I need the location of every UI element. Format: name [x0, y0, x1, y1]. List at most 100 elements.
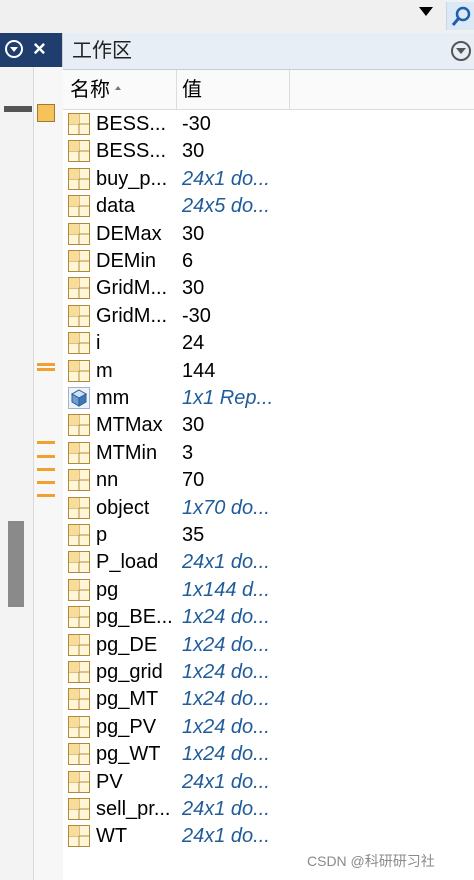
warning-tick[interactable] — [37, 468, 55, 471]
variable-row[interactable]: BESS... 30 — [63, 138, 474, 165]
variable-name: P_load — [96, 551, 159, 574]
variable-value: 24x1 do... — [182, 551, 270, 574]
warning-tick[interactable] — [37, 368, 55, 371]
matrix-icon — [68, 770, 90, 793]
variable-row[interactable]: BESS... -30 — [63, 111, 474, 138]
matrix-icon — [68, 715, 90, 738]
variable-row[interactable]: buy_p... 24x1 do... — [63, 166, 474, 193]
value-column-header[interactable]: 值 — [177, 70, 290, 109]
variable-row[interactable]: PV 24x1 do... — [63, 769, 474, 796]
name-column-label: 名称 — [70, 79, 110, 101]
variable-value: 1x24 do... — [182, 715, 270, 738]
variable-row[interactable]: pg 1x144 d... — [63, 577, 474, 604]
variable-row[interactable]: pg_MT 1x24 do... — [63, 686, 474, 713]
variable-row[interactable]: pg_DE 1x24 do... — [63, 632, 474, 659]
close-icon[interactable]: × — [33, 36, 46, 62]
panel-menu-icon[interactable] — [5, 40, 23, 58]
warning-tick[interactable] — [37, 481, 55, 484]
variable-name: BESS... — [96, 140, 167, 163]
matrix-icon — [68, 441, 90, 464]
variable-value: 1x24 do... — [182, 743, 270, 766]
variable-row[interactable]: p 35 — [63, 522, 474, 549]
matrix-icon — [68, 496, 90, 519]
matrix-icon — [68, 633, 90, 656]
variable-row[interactable]: WT 24x1 do... — [63, 823, 474, 850]
variable-name: pg_PV — [96, 715, 157, 738]
warning-tick[interactable] — [37, 494, 55, 497]
matrix-icon — [68, 140, 90, 163]
variable-row[interactable]: pg_WT 1x24 do... — [63, 741, 474, 768]
variable-value: 144 — [182, 359, 216, 382]
warning-tick[interactable] — [37, 441, 55, 444]
variable-name: pg_DE — [96, 633, 158, 656]
variable-row[interactable]: MTMax 30 — [63, 412, 474, 439]
variable-row[interactable]: MTMin 3 — [63, 440, 474, 467]
variable-row[interactable]: DEMin 6 — [63, 248, 474, 275]
variable-value: 35 — [182, 524, 205, 546]
matrix-icon — [68, 332, 90, 355]
variable-name: object — [96, 496, 150, 519]
matrix-icon — [68, 798, 90, 820]
variable-row[interactable]: mm 1x1 Rep... — [63, 385, 474, 412]
warning-tick[interactable] — [37, 363, 55, 366]
variable-name: PV — [96, 770, 123, 793]
variable-row[interactable]: nn 70 — [63, 467, 474, 494]
variable-row[interactable]: P_load 24x1 do... — [63, 549, 474, 576]
caret-down-icon[interactable] — [419, 7, 433, 16]
variable-name: data — [96, 195, 135, 218]
variable-row[interactable]: m 144 — [63, 358, 474, 385]
matrix-icon — [68, 578, 90, 601]
variable-row[interactable]: pg_grid 1x24 do... — [63, 659, 474, 686]
watermark: CSDN @科研研习社 — [307, 853, 435, 869]
sort-ascending-icon — [115, 86, 121, 90]
variable-name: p — [96, 524, 108, 546]
variable-value: 1x24 do... — [182, 661, 270, 683]
workspace-title: 工作区 — [72, 40, 132, 62]
variable-name: m — [96, 359, 113, 382]
variable-row[interactable]: data 24x5 do... — [63, 193, 474, 220]
variable-row[interactable]: sell_pr... 24x1 do... — [63, 796, 474, 823]
scrollbar-thumb[interactable] — [8, 521, 24, 607]
variable-row[interactable]: i 24 — [63, 330, 474, 357]
variable-row[interactable]: pg_BE... 1x24 do... — [63, 604, 474, 631]
variable-name: sell_pr... — [96, 798, 171, 820]
variable-value: -30 — [182, 113, 211, 135]
variable-name: buy_p... — [96, 167, 168, 190]
matrix-icon — [68, 222, 90, 245]
name-column-header[interactable]: 名称 — [63, 70, 177, 109]
variable-name: pg_BE... — [96, 606, 173, 629]
variable-name: MTMax — [96, 414, 163, 437]
variable-name: MTMin — [96, 441, 158, 464]
variable-value: 30 — [182, 140, 205, 163]
variable-row[interactable]: GridM... -30 — [63, 303, 474, 330]
warning-tick[interactable] — [37, 455, 55, 458]
variable-row[interactable]: DEMax 30 — [63, 221, 474, 248]
workspace-header: 工作区 — [63, 33, 474, 70]
variable-value: 6 — [182, 250, 194, 272]
variable-value: 24x1 do... — [182, 770, 270, 793]
variable-name: GridM... — [96, 277, 168, 300]
matrix-icon — [68, 195, 90, 218]
variable-row[interactable]: GridM... 30 — [63, 275, 474, 302]
matrix-icon — [68, 250, 90, 272]
variable-value: 1x70 do... — [182, 496, 270, 519]
variable-row[interactable]: pg_PV 1x24 do... — [63, 714, 474, 741]
matrix-icon — [68, 113, 90, 135]
panel-menu-icon[interactable] — [451, 41, 471, 61]
variable-value: 24x1 do... — [182, 798, 270, 820]
variable-row[interactable]: object 1x70 do... — [63, 495, 474, 522]
search-button[interactable] — [446, 2, 474, 30]
variable-value: 3 — [182, 441, 194, 464]
variable-name: pg_grid — [96, 661, 163, 683]
variable-name: mm — [96, 387, 130, 409]
matrix-icon — [68, 414, 90, 437]
variable-value: 1x24 do... — [182, 633, 270, 656]
variable-value: 24x1 do... — [182, 167, 270, 190]
variable-name: DEMax — [96, 222, 162, 245]
current-line-indicator — [4, 106, 32, 112]
variable-value: 24 — [182, 332, 205, 355]
matrix-icon — [68, 551, 90, 574]
editor-panel-header: × — [0, 33, 62, 67]
warning-summary-marker[interactable] — [37, 104, 55, 122]
matrix-icon — [68, 606, 90, 629]
